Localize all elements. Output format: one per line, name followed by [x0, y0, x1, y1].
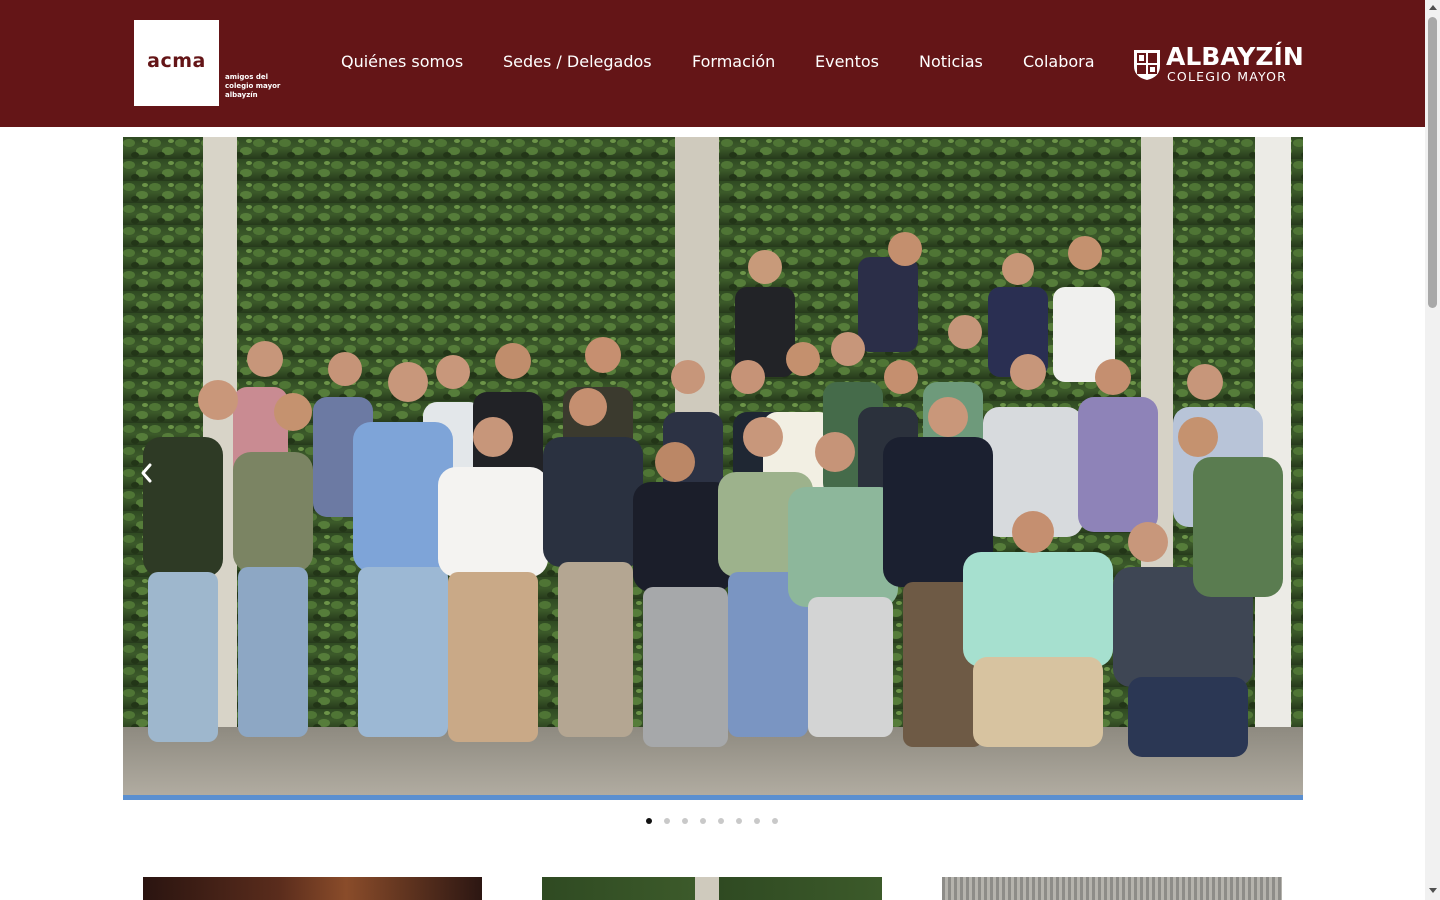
slider-dot[interactable] — [754, 818, 760, 824]
group-photo — [123, 137, 1303, 800]
nav-item-colabora[interactable]: Colabora — [1023, 52, 1095, 71]
site-header: acma amigos del colegio mayor albayzín Q… — [0, 0, 1425, 127]
scroll-up-icon[interactable] — [1429, 5, 1437, 10]
slider-dot[interactable] — [772, 818, 778, 824]
slider-dot[interactable] — [700, 818, 706, 824]
slider-dot[interactable] — [682, 818, 688, 824]
nav-item-eventos[interactable]: Eventos — [815, 52, 879, 71]
logo-tagline: amigos del colegio mayor albayzín — [225, 73, 280, 100]
logo-text: acma — [147, 50, 206, 72]
page: acma amigos del colegio mayor albayzín Q… — [0, 0, 1440, 900]
nav-item-noticias[interactable]: Noticias — [919, 52, 983, 71]
news-card-image[interactable] — [143, 877, 482, 900]
slider-dot[interactable] — [664, 818, 670, 824]
slider-dot[interactable] — [646, 818, 652, 824]
nav-item-quienes-somos[interactable]: Quiénes somos — [341, 52, 463, 71]
logo-tagline-line: albayzín — [225, 91, 258, 99]
logo-tagline-line: amigos del — [225, 73, 268, 81]
acma-logo[interactable]: acma — [134, 20, 219, 106]
brand-title: ALBAYZÍN — [1166, 42, 1304, 71]
brand-subtitle: COLEGIO MAYOR — [1167, 69, 1288, 84]
nav-item-formacion[interactable]: Formación — [692, 52, 775, 71]
slider-dots — [646, 818, 786, 826]
chevron-left-icon[interactable] — [136, 459, 156, 487]
albayzin-brand-logo[interactable]: ALBAYZÍN COLEGIO MAYOR — [1133, 42, 1304, 85]
slider-dot[interactable] — [736, 818, 742, 824]
slider-dot[interactable] — [718, 818, 724, 824]
scroll-thumb[interactable] — [1428, 17, 1437, 308]
nav-item-sedes-delegados[interactable]: Sedes / Delegados — [503, 52, 652, 71]
news-card-image[interactable] — [542, 877, 882, 900]
news-card-image[interactable] — [942, 877, 1282, 900]
scroll-down-icon[interactable] — [1429, 888, 1437, 893]
hero-slider[interactable] — [123, 137, 1303, 800]
scrollbar[interactable] — [1425, 0, 1440, 900]
logo-tagline-line: colegio mayor — [225, 82, 281, 90]
crest-icon — [1134, 50, 1160, 80]
